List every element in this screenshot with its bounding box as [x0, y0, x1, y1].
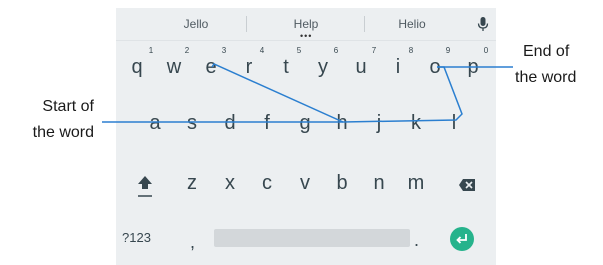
end-callout-line2: the word: [515, 69, 577, 86]
start-callout: Start of the word: [26, 94, 94, 146]
start-callout-line1: Start of: [42, 98, 94, 115]
end-callout: End of the word: [515, 39, 576, 91]
swipe-trail: [211, 63, 463, 123]
end-callout-line1: End of: [523, 43, 570, 60]
start-callout-line2: the word: [32, 124, 94, 141]
